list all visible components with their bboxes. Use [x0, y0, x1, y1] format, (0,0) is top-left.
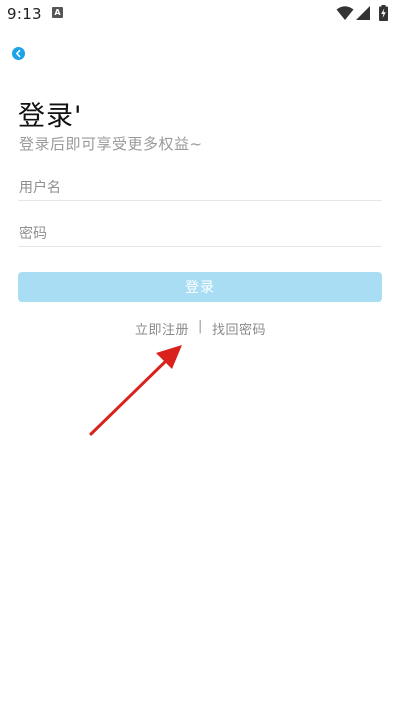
username-field[interactable] [18, 176, 382, 201]
notification-a-icon: A [52, 7, 63, 18]
page-title: 登录' [18, 101, 83, 132]
reset-password-link[interactable]: 找回密码 [212, 319, 266, 338]
auth-links: 立即注册 | 找回密码 [0, 319, 400, 338]
chevron-left-icon [16, 49, 21, 58]
battery-charging-icon [379, 5, 388, 21]
status-bar: 9:13 A [0, 0, 400, 28]
page-subtitle: 登录后即可享受更多权益~ [19, 135, 203, 153]
login-button[interactable]: 登录 [18, 272, 382, 302]
password-field[interactable] [18, 222, 382, 247]
signal-icon [356, 6, 370, 20]
back-button[interactable] [12, 47, 25, 60]
register-link[interactable]: 立即注册 [135, 319, 189, 338]
link-divider: | [198, 319, 203, 334]
status-time: 9:13 [7, 5, 42, 23]
wifi-icon [336, 6, 354, 20]
